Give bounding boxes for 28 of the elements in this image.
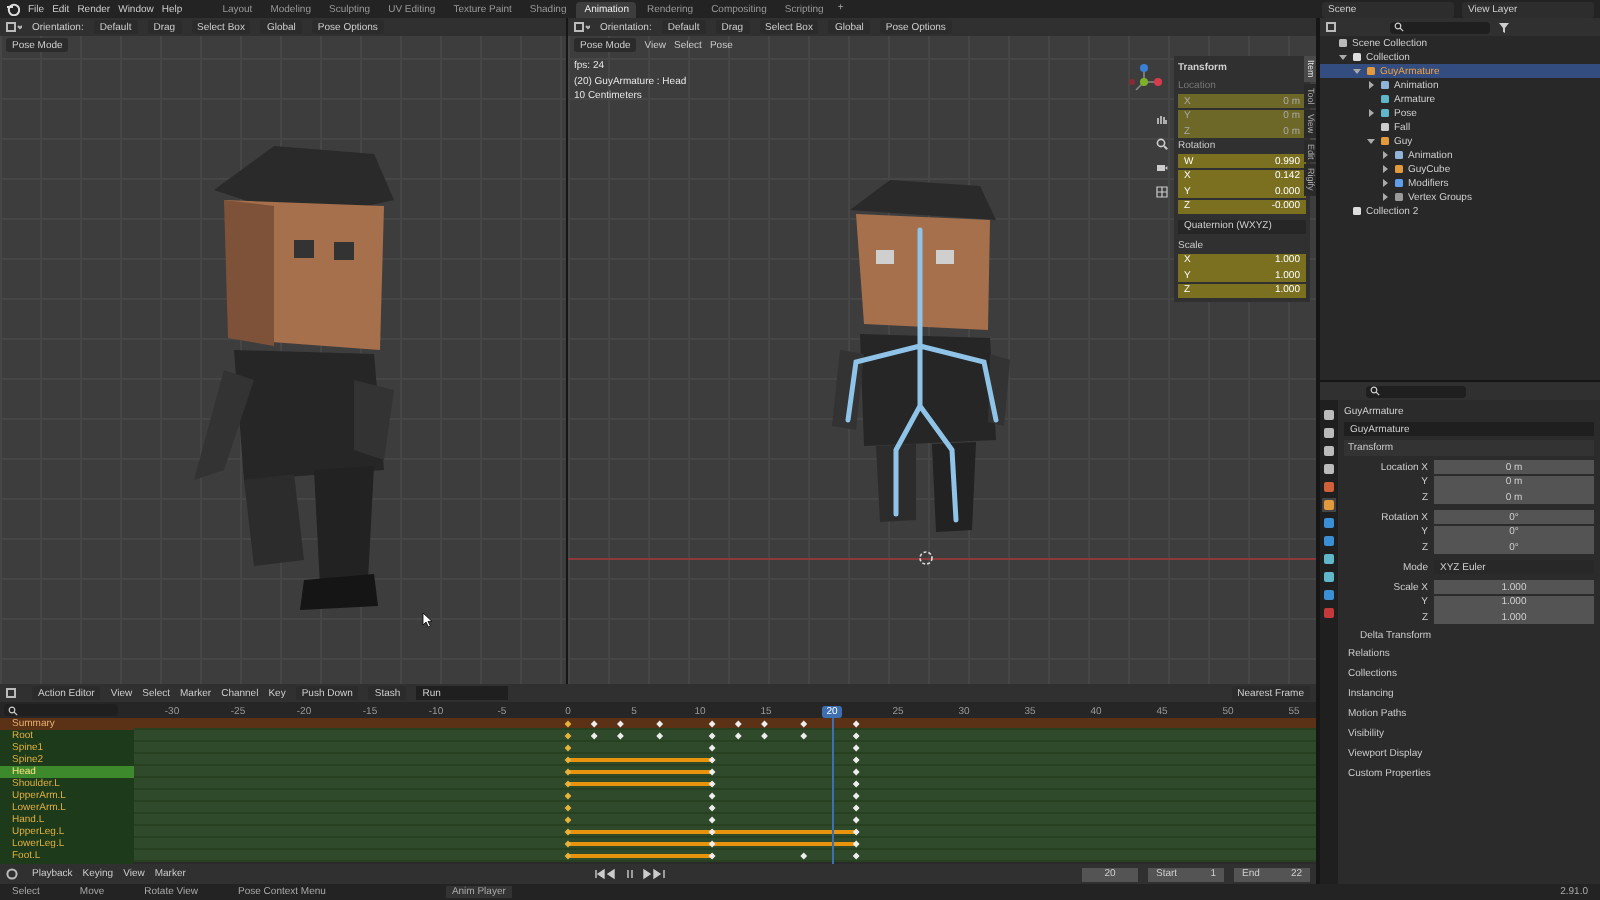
- editor-type-icon[interactable]: [6, 687, 22, 699]
- app-logo-icon[interactable]: [6, 2, 20, 16]
- expanded-arrow-icon[interactable]: [1366, 136, 1376, 146]
- collapsed-arrow-icon[interactable]: [1380, 178, 1390, 188]
- collapsed-arrow-icon[interactable]: [1380, 164, 1390, 174]
- editor-type-icon[interactable]: [1326, 21, 1342, 33]
- collapsed-arrow-icon[interactable]: [1380, 192, 1390, 202]
- search-field[interactable]: [4, 704, 118, 716]
- editor-type-icon[interactable]: [6, 868, 22, 880]
- editor-type-icon[interactable]: [574, 21, 590, 33]
- grid-icon[interactable]: [1156, 186, 1168, 198]
- search-icon: [1370, 386, 1380, 396]
- zoom-icon[interactable]: [1156, 138, 1168, 150]
- search-field[interactable]: [1366, 385, 1466, 397]
- expanded-arrow-icon[interactable]: [1352, 66, 1362, 76]
- collapsed-arrow-icon[interactable]: [1366, 80, 1376, 90]
- search-field[interactable]: [1390, 21, 1490, 33]
- mouse-cursor-icon: [422, 612, 434, 628]
- search-icon: [8, 705, 18, 715]
- expanded-arrow-icon[interactable]: [1338, 52, 1348, 62]
- search-icon: [1394, 22, 1404, 32]
- hand-icon[interactable]: [1156, 114, 1168, 126]
- collapsed-arrow-icon[interactable]: [1366, 108, 1376, 118]
- editor-type-icon[interactable]: [6, 21, 22, 33]
- outliner-type-icon: [1352, 206, 1362, 216]
- camera-icon[interactable]: [1156, 162, 1168, 174]
- collapsed-arrow-icon[interactable]: [1380, 150, 1390, 160]
- 3d-cursor-icon[interactable]: [918, 550, 934, 566]
